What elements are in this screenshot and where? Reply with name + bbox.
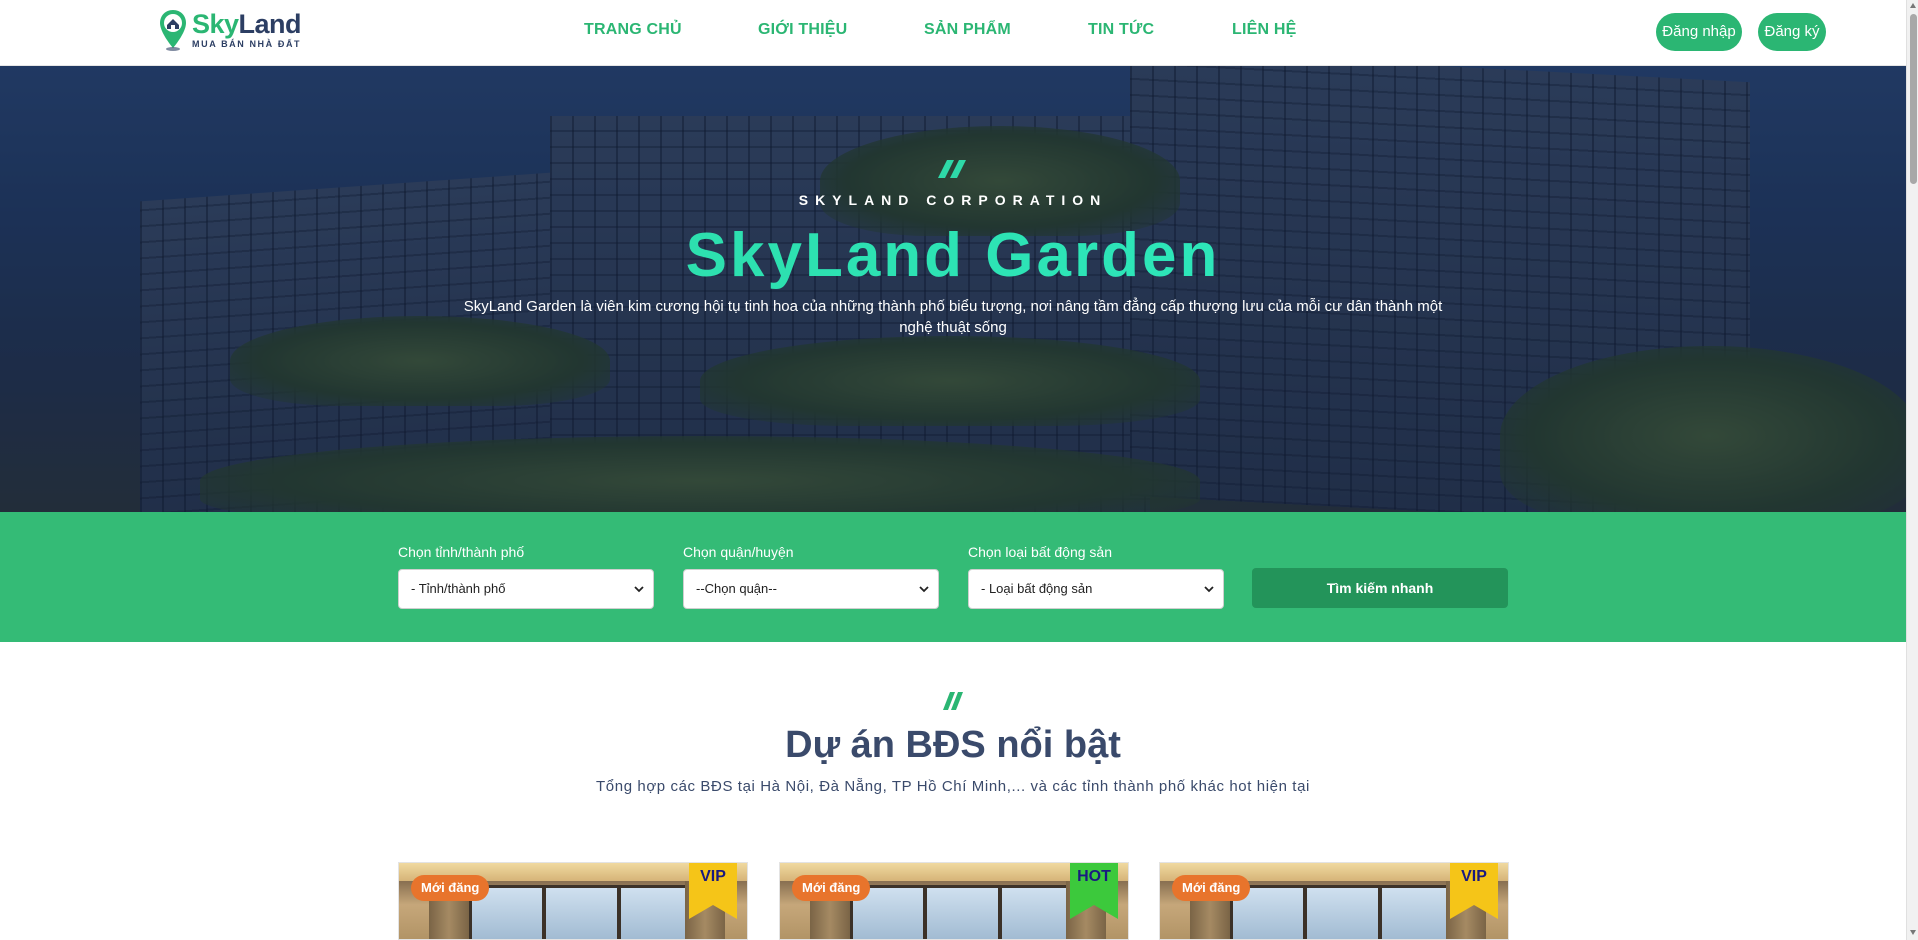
map-pin-house-icon [158,8,188,52]
logo-tagline: MUA BÁN NHÀ ĐẤT [192,39,302,49]
nav-item-news[interactable]: TIN TỨC [1088,21,1154,39]
property-type-field: Chọn loại bất động sản - Loại bất động s… [968,544,1224,609]
scroll-up-arrow-icon[interactable] [1909,2,1917,10]
district-label: Chọn quận/huyện [683,544,794,560]
logo-title: SkyLand [192,9,302,39]
property-type-select[interactable]: - Loại bất động sản [968,569,1224,609]
featured-title: Dự án BĐS nổi bật [785,724,1121,766]
login-button[interactable]: Đăng nhập [1656,13,1742,51]
card-tag: HOT [1077,868,1111,885]
nav-item-products[interactable]: SẢN PHẨM [924,21,1011,39]
new-listing-badge: Mới đăng [411,875,490,901]
province-field: Chọn tỉnh/thành phố - Tỉnh/thành phố [398,544,654,609]
hero-description: SkyLand Garden là viên kim cương hội tụ … [463,298,1443,336]
quick-search-bar: Chọn tỉnh/thành phố - Tỉnh/thành phố Chọ… [0,512,1906,642]
logo[interactable]: SkyLand MUA BÁN NHÀ ĐẤT [158,8,302,52]
chevron-down-icon [919,586,929,593]
hero-content: SKYLAND CORPORATION SkyLand Garden SkyLa… [0,66,1906,512]
scroll-down-arrow-icon[interactable] [1909,928,1917,936]
double-slash-icon [938,160,966,178]
page-scrollbar[interactable] [1906,0,1918,940]
nav-item-contact[interactable]: LIÊN HỆ [1232,21,1297,39]
nav-item-about[interactable]: GIỚI THIỆU [758,21,847,39]
chevron-down-icon [1204,586,1214,593]
logo-title-land: Land [238,9,302,39]
hero-subtitle: SKYLAND CORPORATION [798,192,1108,208]
site-header: SkyLand MUA BÁN NHÀ ĐẤT TRANG CHỦ GIỚI T… [0,0,1906,66]
property-card[interactable]: Mới đăng HOT [779,862,1129,940]
province-label: Chọn tỉnh/thành phố [398,544,525,560]
card-tag: VIP [700,868,726,885]
new-listing-badge: Mới đăng [1172,875,1251,901]
property-card[interactable]: Mới đăng VIP [1159,862,1509,940]
district-field: Chọn quận/huyện --Chọn quận-- [683,544,939,609]
province-select[interactable]: - Tỉnh/thành phố [398,569,654,609]
district-select[interactable]: --Chọn quận-- [683,569,939,609]
quick-search-button[interactable]: Tìm kiếm nhanh [1252,568,1508,608]
logo-title-sky: Sky [192,9,239,39]
province-select-value: - Tỉnh/thành phố [411,581,506,596]
chevron-down-icon [634,586,644,593]
nav-item-home[interactable]: TRANG CHỦ [584,21,682,39]
double-slash-icon [943,692,963,710]
property-type-label: Chọn loại bất động sản [968,544,1112,560]
district-select-value: --Chọn quận-- [696,581,777,596]
hero-banner: SKYLAND CORPORATION SkyLand Garden SkyLa… [0,66,1906,512]
property-card[interactable]: Mới đăng VIP [398,862,748,940]
featured-description: Tổng hợp các BĐS tại Hà Nội, Đà Nẵng, TP… [596,778,1310,795]
new-listing-badge: Mới đăng [792,875,871,901]
property-type-select-value: - Loại bất động sản [981,581,1093,596]
scrollbar-thumb[interactable] [1910,14,1917,184]
register-button[interactable]: Đăng ký [1758,13,1826,51]
card-tag: VIP [1461,868,1487,885]
hero-title: SkyLand Garden [0,220,1906,291]
page: SkyLand MUA BÁN NHÀ ĐẤT TRANG CHỦ GIỚI T… [0,0,1918,940]
